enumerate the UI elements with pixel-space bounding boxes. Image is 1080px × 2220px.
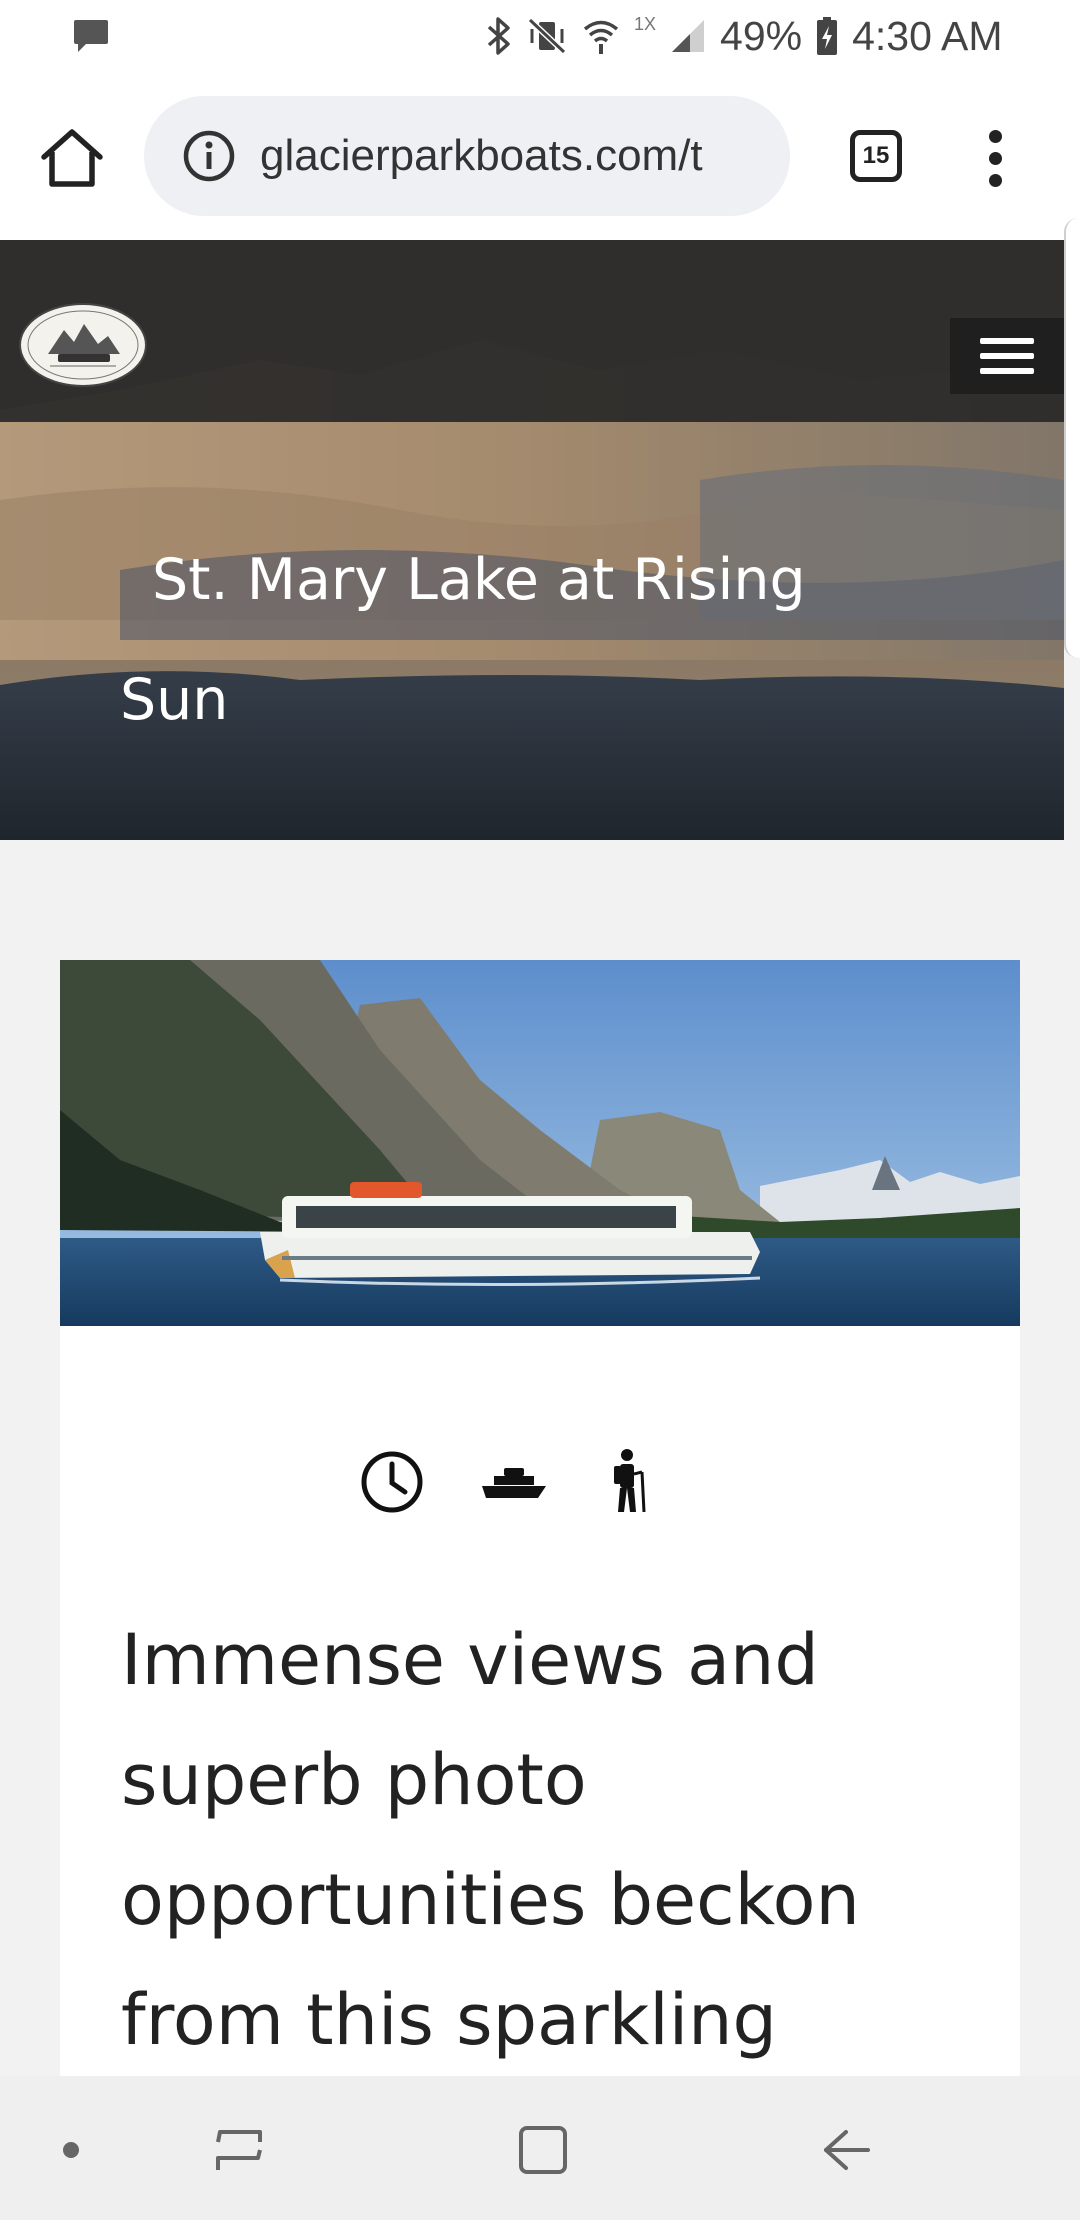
tour-description: Immense views and superb photo opportuni…	[121, 1619, 860, 2061]
bluetooth-icon	[487, 17, 510, 55]
nav-menu-button[interactable]	[950, 318, 1064, 394]
info-icon[interactable]	[182, 129, 236, 183]
battery-percent: 49%	[720, 12, 803, 59]
hero-banner: St. Mary Lake at Rising Sun	[0, 240, 1064, 840]
address-bar[interactable]: glacierparkboats.com/t	[144, 96, 790, 216]
signal-icon	[672, 20, 705, 52]
boat-lake-photo	[60, 960, 1020, 1326]
browser-toolbar: glacierparkboats.com/t 15	[0, 72, 1080, 240]
network-type-label: 1X	[634, 14, 657, 34]
tab-switcher-button[interactable]: 15	[850, 130, 902, 182]
side-panel-edge[interactable]	[1064, 218, 1080, 658]
page-title: St. Mary Lake at Rising Sun	[120, 547, 806, 733]
vibrate-mute-icon	[527, 17, 567, 55]
more-vert-icon[interactable]	[982, 128, 1010, 188]
dot-icon[interactable]	[61, 2140, 81, 2160]
url-fade	[700, 96, 790, 216]
boat-icon	[482, 1468, 546, 1498]
feature-icons	[360, 1448, 720, 1514]
wifi-icon	[583, 20, 619, 54]
url-text: glacierparkboats.com/t	[260, 131, 703, 180]
message-icon	[74, 20, 108, 52]
site-header	[0, 240, 1064, 422]
home-square-icon[interactable]	[517, 2124, 569, 2176]
status-bar: 1X 49% 4:30 AM	[0, 0, 1080, 72]
recent-apps-icon[interactable]	[214, 2124, 266, 2176]
clock-time: 4:30 AM	[852, 12, 1003, 59]
hiker-icon	[614, 1449, 646, 1512]
system-nav-bar	[0, 2076, 1080, 2220]
tour-card: Immense views and superb photo opportuni…	[60, 960, 1020, 2076]
company-logo[interactable]	[18, 302, 148, 388]
back-icon[interactable]	[820, 2124, 872, 2176]
clock-icon	[361, 1451, 423, 1513]
home-icon[interactable]	[38, 126, 106, 190]
battery-icon	[817, 17, 838, 55]
